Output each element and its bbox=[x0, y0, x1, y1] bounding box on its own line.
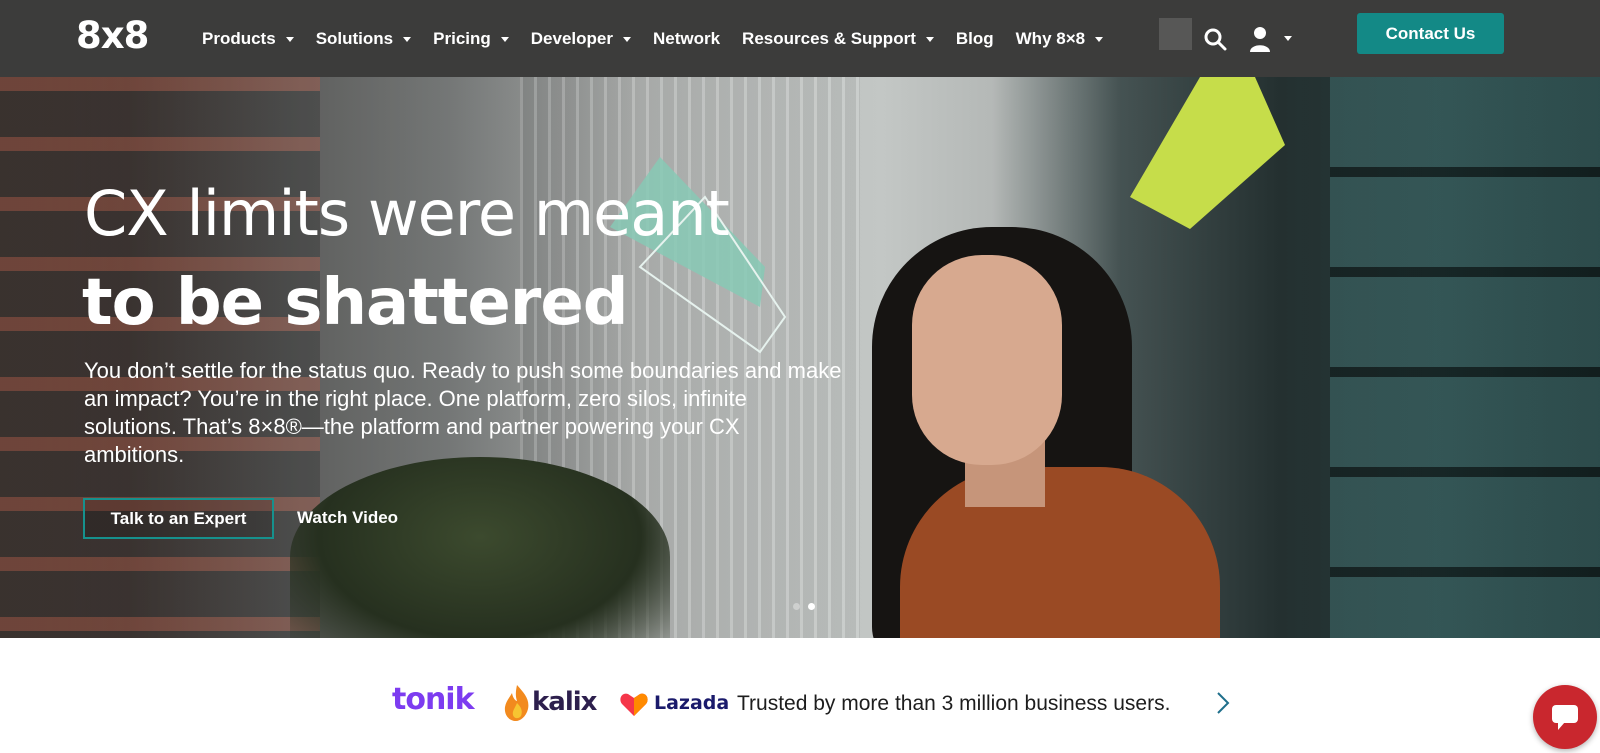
user-icon[interactable] bbox=[1249, 26, 1271, 52]
chat-bubble-icon bbox=[1552, 705, 1578, 730]
language-placeholder-box[interactable] bbox=[1159, 18, 1192, 50]
hero-banner: CX limits were meant to be shattered You… bbox=[0, 77, 1600, 638]
caret-down-icon bbox=[1095, 37, 1104, 42]
nav-item-label: Why 8×8 bbox=[1015, 29, 1086, 48]
top-navigation: 8x8 Products Solutions Pricing Developer… bbox=[0, 0, 1600, 77]
carousel-indicators bbox=[793, 603, 815, 610]
chevron-right-icon[interactable] bbox=[1216, 691, 1230, 715]
caret-down-icon bbox=[925, 37, 934, 42]
hero-subtitle: You don’t settle for the status quo. Rea… bbox=[84, 358, 842, 467]
trust-statement: Trusted by more than 3 million business … bbox=[737, 692, 1171, 715]
nav-item-label: Pricing bbox=[433, 29, 491, 48]
nav-item-why-8x8[interactable]: Why 8×8 bbox=[1015, 29, 1104, 49]
tonik-logo: tonik bbox=[392, 682, 475, 717]
nav-item-label: Developer bbox=[530, 29, 613, 48]
hero-person-face bbox=[912, 255, 1062, 465]
caret-down-icon[interactable] bbox=[1284, 36, 1292, 41]
talk-to-expert-button[interactable]: Talk to an Expert bbox=[83, 498, 274, 539]
nav-item-solutions[interactable]: Solutions bbox=[315, 29, 412, 49]
nav-item-blog[interactable]: Blog bbox=[956, 29, 994, 49]
caret-down-icon bbox=[285, 37, 294, 42]
caret-down-icon bbox=[403, 37, 412, 42]
carousel-dot[interactable] bbox=[793, 603, 800, 610]
hero-background-building bbox=[1330, 77, 1600, 638]
hero-title-line2: to be shattered bbox=[82, 266, 629, 340]
nav-item-pricing[interactable]: Pricing bbox=[433, 29, 509, 49]
nav-item-label: Products bbox=[202, 29, 276, 48]
caret-down-icon bbox=[500, 37, 509, 42]
search-icon[interactable] bbox=[1203, 27, 1227, 51]
hero-title-line1: CX limits were meant bbox=[84, 177, 730, 250]
kalix-flame-icon bbox=[504, 685, 529, 721]
nav-item-label: Network bbox=[652, 29, 721, 48]
hero-person-shirt bbox=[900, 467, 1220, 638]
nav-item-label: Solutions bbox=[315, 29, 394, 48]
nav-item-products[interactable]: Products bbox=[202, 29, 294, 49]
main-menu: Products Solutions Pricing Developer Net… bbox=[202, 26, 1125, 52]
carousel-dot-active[interactable] bbox=[808, 603, 815, 610]
lime-shape-decoration bbox=[1130, 77, 1285, 229]
nav-item-developer[interactable]: Developer bbox=[531, 29, 631, 49]
nav-item-label: Blog bbox=[955, 29, 994, 48]
trust-bar: tonik kalix Lazada Trusted by more than … bbox=[0, 638, 1600, 753]
caret-down-icon bbox=[622, 37, 631, 42]
kalix-logo: kalix bbox=[532, 687, 597, 717]
nav-item-resources-support[interactable]: Resources & Support bbox=[742, 29, 934, 49]
nav-item-network[interactable]: Network bbox=[653, 29, 720, 49]
watch-video-link[interactable]: Watch Video bbox=[297, 508, 398, 528]
chat-widget-button[interactable] bbox=[1533, 685, 1597, 749]
nav-item-label: Resources & Support bbox=[742, 29, 916, 48]
contact-us-button[interactable]: Contact Us bbox=[1357, 13, 1504, 54]
brand-logo[interactable]: 8x8 bbox=[76, 14, 149, 58]
lazada-heart-icon bbox=[620, 693, 648, 716]
lazada-logo: Lazada bbox=[654, 692, 730, 714]
